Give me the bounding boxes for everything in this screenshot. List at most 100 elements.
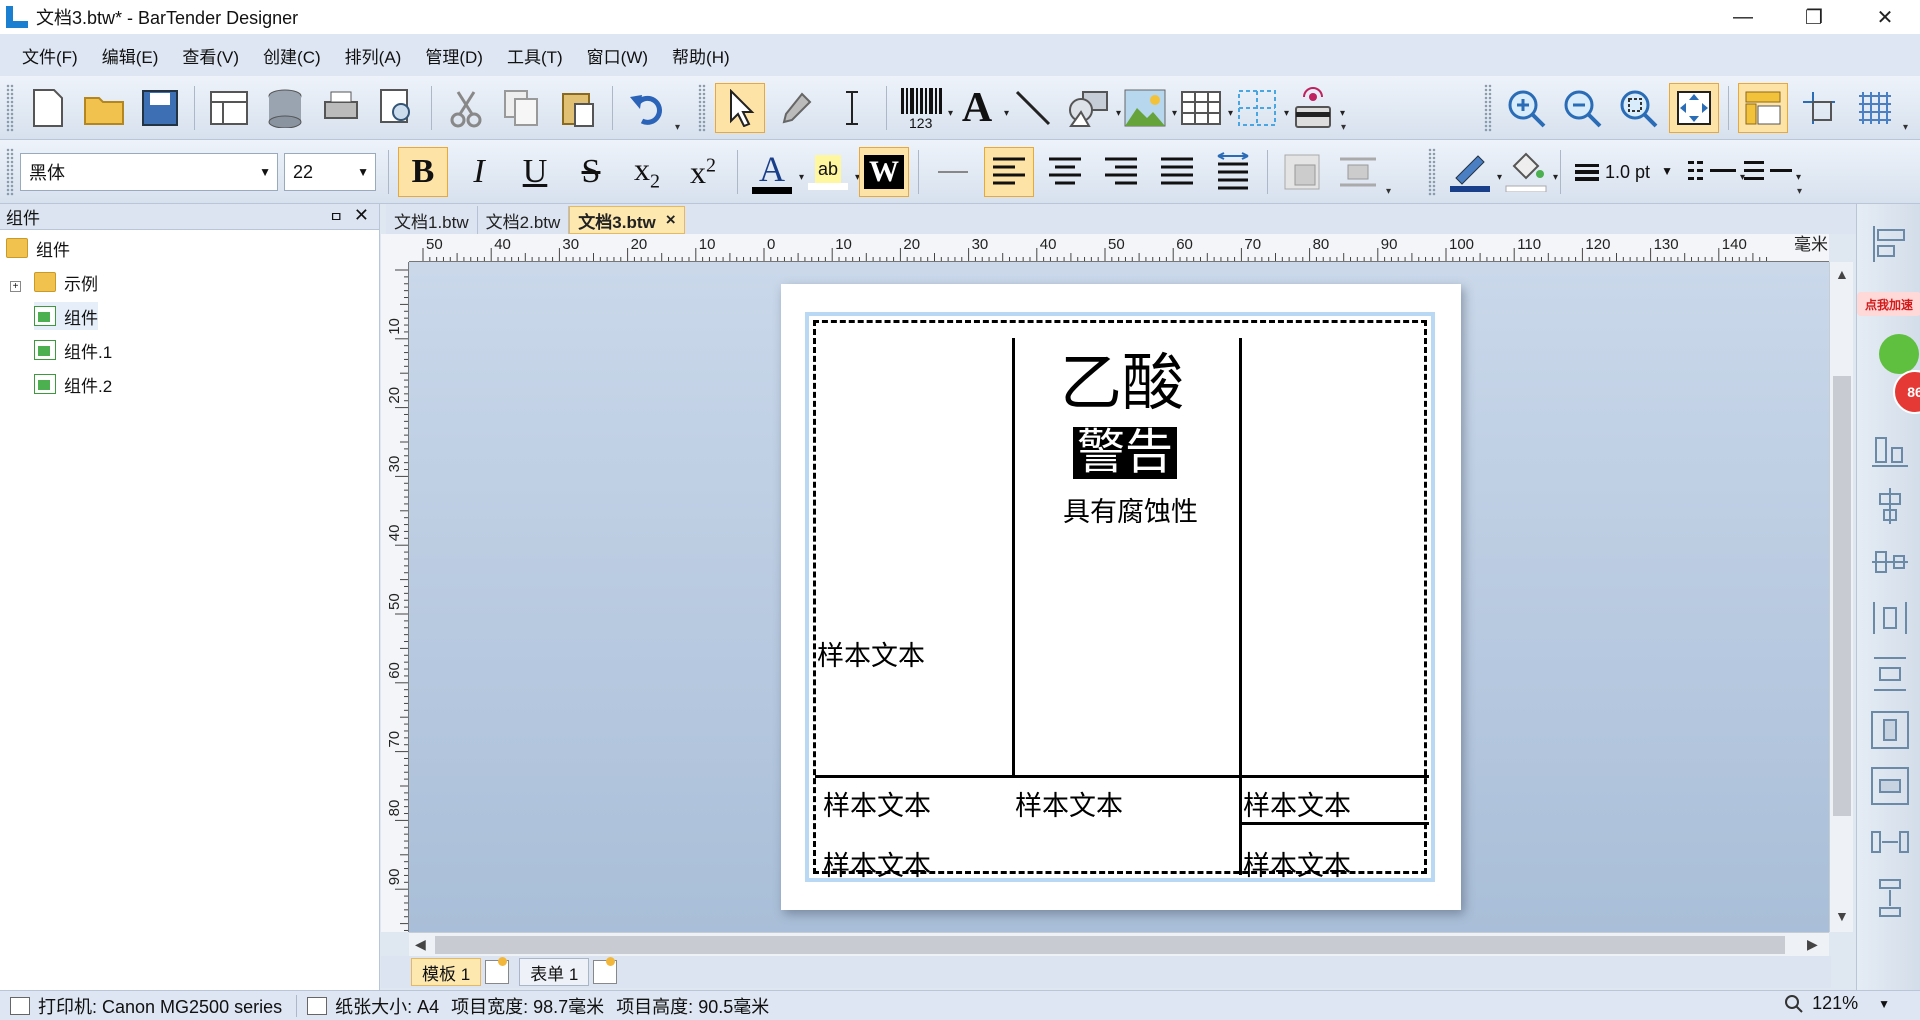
tab-form-1[interactable]: 表单 1: [519, 958, 590, 986]
line-tool-icon[interactable]: [1008, 83, 1058, 133]
tab-document-1[interactable]: 文档1.btw: [386, 206, 478, 234]
toolbar-grip[interactable]: [6, 148, 14, 196]
restore-button[interactable]: ❐: [1779, 0, 1849, 34]
database-icon[interactable]: [260, 83, 310, 133]
tree-root[interactable]: 组件: [6, 234, 70, 262]
snap-lines-icon[interactable]: [1794, 83, 1844, 133]
align-justify-icon[interactable]: [1152, 147, 1202, 197]
horizontal-scrollbar[interactable]: ◀ ▶: [409, 932, 1829, 956]
bold-button[interactable]: B: [398, 147, 448, 197]
strikethrough-button[interactable]: S: [566, 147, 616, 197]
align-left-icon[interactable]: [984, 147, 1034, 197]
tab-template-1[interactable]: 模板 1: [411, 958, 482, 986]
sample-text-object[interactable]: 样本文本: [823, 844, 931, 883]
divider-line[interactable]: [1012, 338, 1015, 778]
picture-tool-icon[interactable]: ▾: [1120, 83, 1177, 133]
distribute-vertical-icon[interactable]: [1865, 650, 1915, 698]
tree-item-examples[interactable]: 示例: [34, 268, 98, 296]
toolbar-grip[interactable]: [6, 84, 14, 132]
scroll-up-icon[interactable]: ▲: [1835, 266, 1849, 282]
text-cursor-icon[interactable]: [827, 83, 877, 133]
close-tab-icon[interactable]: ×: [666, 210, 676, 230]
font-color-button[interactable]: A ▾: [747, 147, 804, 197]
sample-text-object[interactable]: 样本文本: [1243, 844, 1351, 883]
menu-window[interactable]: 窗口(W): [575, 43, 660, 68]
pin-icon[interactable]: ㅁ: [329, 206, 343, 227]
align-bottom-edges-icon[interactable]: [1865, 426, 1915, 474]
paste-icon[interactable]: [553, 83, 603, 133]
close-window-button[interactable]: ✕: [1850, 0, 1920, 34]
sample-text-object[interactable]: 样本文本: [823, 784, 931, 823]
toolbar-grip[interactable]: [1484, 84, 1492, 132]
superscript-button[interactable]: x2: [678, 147, 728, 197]
sample-text-object[interactable]: 样本文本: [1243, 784, 1351, 823]
promo-counter-badge[interactable]: 86: [1893, 370, 1920, 414]
align-right-icon[interactable]: [1096, 147, 1146, 197]
menu-manage[interactable]: 管理(D): [413, 43, 495, 68]
zoom-whole-page-icon[interactable]: [1669, 83, 1719, 133]
menu-tools[interactable]: 工具(T): [495, 43, 575, 68]
printer-status[interactable]: 打印机: Canon MG2500 series: [38, 993, 282, 1019]
scroll-down-icon[interactable]: ▼: [1835, 908, 1849, 924]
zoom-control[interactable]: 121% ▼: [1784, 993, 1890, 1014]
menu-create[interactable]: 创建(C): [251, 43, 333, 68]
label-subtitle-text[interactable]: 具有腐蚀性: [1063, 490, 1198, 529]
add-form-icon[interactable]: [593, 957, 618, 984]
design-canvas[interactable]: 乙酸 警告 具有腐蚀性 样本文本 样本文本 样本文本 样本文本 样本文本 样本文…: [409, 262, 1829, 932]
toolbar-overflow-chevron[interactable]: ▾: [1903, 83, 1915, 133]
center-on-page-horizontal-icon[interactable]: [1865, 706, 1915, 754]
font-size-combo[interactable]: 22 ▼: [284, 153, 376, 191]
menu-view[interactable]: 查看(V): [170, 43, 251, 68]
same-width-icon[interactable]: [1865, 818, 1915, 866]
line-color-icon[interactable]: ▾: [1445, 147, 1502, 197]
label-template[interactable]: 乙酸 警告 具有腐蚀性 样本文本 样本文本 样本文本 样本文本 样本文本 样本文…: [805, 312, 1435, 882]
divider-line[interactable]: [815, 775, 1429, 778]
subscript-button[interactable]: x2: [622, 147, 672, 197]
tab-document-2[interactable]: 文档2.btw: [478, 206, 570, 234]
cut-icon[interactable]: [441, 83, 491, 133]
grid-object-icon[interactable]: ▾: [1232, 83, 1289, 133]
zoom-dropdown-icon[interactable]: ▼: [1878, 997, 1890, 1011]
vertical-scroll-thumb[interactable]: [1833, 376, 1851, 816]
tree-expander-icon[interactable]: +: [10, 281, 21, 292]
center-vertically-icon[interactable]: [1865, 482, 1915, 530]
vertical-scrollbar[interactable]: ▲ ▼: [1829, 262, 1853, 932]
tree-item-component[interactable]: 组件: [34, 302, 98, 330]
text-object-icon[interactable]: A ▾: [952, 83, 1009, 133]
size-to-fit-icon[interactable]: [1277, 147, 1327, 197]
print-icon[interactable]: [316, 83, 366, 133]
fill-color-icon[interactable]: ▾: [1501, 147, 1558, 197]
undo-icon[interactable]: [622, 83, 672, 133]
italic-button[interactable]: I: [454, 147, 504, 197]
tree-item-component-1[interactable]: 组件.1: [34, 336, 112, 364]
barcode-icon[interactable]: 123 ▾: [896, 83, 953, 133]
text-wrap-icon[interactable]: [1333, 147, 1383, 197]
line-style-icon[interactable]: ▾: [1688, 147, 1745, 197]
divider-line[interactable]: [1239, 775, 1242, 875]
save-icon[interactable]: [135, 83, 185, 133]
word-style-button[interactable]: W: [859, 147, 909, 197]
format-painter-icon[interactable]: [771, 83, 821, 133]
toolbar-grip[interactable]: [1428, 148, 1436, 196]
underline-button[interactable]: U: [510, 147, 560, 197]
scroll-left-icon[interactable]: ◀: [415, 936, 426, 953]
menu-arrange[interactable]: 排列(A): [333, 43, 414, 68]
copy-icon[interactable]: [497, 83, 547, 133]
label-warning-text[interactable]: 警告: [1073, 427, 1178, 479]
add-template-icon[interactable]: [485, 957, 510, 984]
ruler-toggle-icon[interactable]: [1738, 83, 1788, 133]
menu-file[interactable]: 文件(F): [10, 43, 90, 68]
select-pointer-icon[interactable]: [715, 83, 765, 133]
promo-badge[interactable]: 点我加速: [1857, 292, 1920, 316]
align-center-icon[interactable]: [1040, 147, 1090, 197]
text-highlight-button[interactable]: ab ▾: [803, 147, 860, 197]
tab-document-3[interactable]: 文档3.btw ×: [569, 206, 685, 234]
close-panel-icon[interactable]: ✕: [354, 205, 369, 226]
print-preview-icon[interactable]: [372, 83, 422, 133]
grid-toggle-icon[interactable]: [1850, 83, 1900, 133]
line-width-combo[interactable]: 1.0 pt ▼: [1567, 153, 1679, 191]
scroll-right-icon[interactable]: ▶: [1807, 936, 1818, 953]
toolbar-overflow-chevron[interactable]: ▾: [675, 83, 687, 133]
shape-tool-icon[interactable]: ▾: [1064, 83, 1121, 133]
minimize-button[interactable]: —: [1708, 0, 1778, 34]
